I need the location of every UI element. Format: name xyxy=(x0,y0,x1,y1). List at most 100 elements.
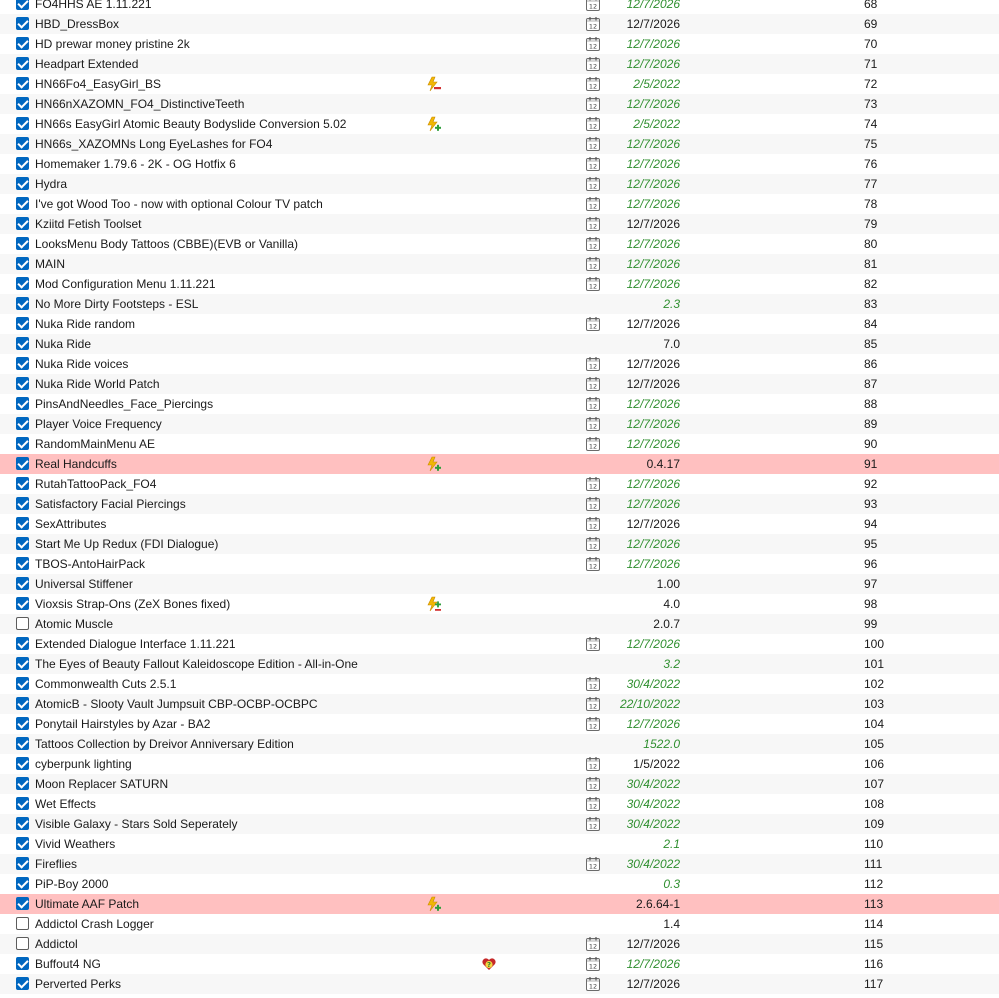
mod-enabled-checkbox[interactable] xyxy=(16,297,29,310)
mod-enabled-checkbox[interactable] xyxy=(16,317,29,330)
mod-enabled-checkbox[interactable] xyxy=(16,557,29,570)
mod-enabled-checkbox[interactable] xyxy=(16,457,29,470)
mod-row[interactable]: Headpart Extended 12 12/7/2026 71 xyxy=(0,54,999,74)
mod-row[interactable]: Buffout4 NG? 12 12/7/2026 116 xyxy=(0,954,999,974)
mod-row[interactable]: Nuka Ride voices 12 12/7/2026 86 xyxy=(0,354,999,374)
mod-enabled-checkbox[interactable] xyxy=(16,677,29,690)
mod-row[interactable]: Nuka Ride World Patch 12 12/7/2026 87 xyxy=(0,374,999,394)
mod-row[interactable]: Wet Effects 12 30/4/2022 108 xyxy=(0,794,999,814)
mod-enabled-checkbox[interactable] xyxy=(16,237,29,250)
mod-row[interactable]: RutahTattooPack_FO4 12 12/7/2026 92 xyxy=(0,474,999,494)
mod-row[interactable]: RandomMainMenu AE 12 12/7/2026 90 xyxy=(0,434,999,454)
mod-enabled-checkbox[interactable] xyxy=(16,857,29,870)
mod-enabled-checkbox[interactable] xyxy=(16,377,29,390)
mod-row[interactable]: FO4HHS AE 1.11.221 12 12/7/2026 68 xyxy=(0,0,999,14)
mod-enabled-checkbox[interactable] xyxy=(16,97,29,110)
mod-row[interactable]: Atomic Muscle 2.0.7 99 xyxy=(0,614,999,634)
mod-enabled-checkbox[interactable] xyxy=(16,217,29,230)
mod-row[interactable]: LooksMenu Body Tattoos (CBBE)(EVB or Van… xyxy=(0,234,999,254)
mod-row[interactable]: MAIN 12 12/7/2026 81 xyxy=(0,254,999,274)
mod-row[interactable]: Moon Replacer SATURN 12 30/4/2022 107 xyxy=(0,774,999,794)
mod-enabled-checkbox[interactable] xyxy=(16,37,29,50)
mod-row[interactable]: SexAttributes 12 12/7/2026 94 xyxy=(0,514,999,534)
mod-enabled-checkbox[interactable] xyxy=(16,737,29,750)
mod-enabled-checkbox[interactable] xyxy=(16,657,29,670)
mod-enabled-checkbox[interactable] xyxy=(16,877,29,890)
mod-row[interactable]: HBD_DressBox 12 12/7/2026 69 xyxy=(0,14,999,34)
mod-enabled-checkbox[interactable] xyxy=(16,937,29,950)
mod-row[interactable]: HD prewar money pristine 2k 12 12/7/2026 70 xyxy=(0,34,999,54)
mod-enabled-checkbox[interactable] xyxy=(16,397,29,410)
mod-row[interactable]: Player Voice Frequency 12 12/7/2026 89 xyxy=(0,414,999,434)
mod-enabled-checkbox[interactable] xyxy=(16,437,29,450)
mod-row[interactable]: Real Handcuffs 0.4.17 91 xyxy=(0,454,999,474)
mod-enabled-checkbox[interactable] xyxy=(16,497,29,510)
mod-enabled-checkbox[interactable] xyxy=(16,617,29,630)
mod-enabled-checkbox[interactable] xyxy=(16,897,29,910)
mod-enabled-checkbox[interactable] xyxy=(16,977,29,990)
mod-enabled-checkbox[interactable] xyxy=(16,697,29,710)
mod-enabled-checkbox[interactable] xyxy=(16,717,29,730)
mod-row[interactable]: Nuka Ride 7.0 85 xyxy=(0,334,999,354)
mod-enabled-checkbox[interactable] xyxy=(16,77,29,90)
mod-row[interactable]: Addictol 12 12/7/2026 115 xyxy=(0,934,999,954)
mod-enabled-checkbox[interactable] xyxy=(16,777,29,790)
mod-enabled-checkbox[interactable] xyxy=(16,0,29,10)
mod-enabled-checkbox[interactable] xyxy=(16,577,29,590)
mod-row[interactable]: Mod Configuration Menu 1.11.221 12 12/7/20… xyxy=(0,274,999,294)
mod-enabled-checkbox[interactable] xyxy=(16,57,29,70)
mod-row[interactable]: HN66nXAZOMN_FO4_DistinctiveTeeth 12 12/7/2… xyxy=(0,94,999,114)
mod-enabled-checkbox[interactable] xyxy=(16,157,29,170)
mod-enabled-checkbox[interactable] xyxy=(16,197,29,210)
mod-enabled-checkbox[interactable] xyxy=(16,177,29,190)
mod-row[interactable]: Hydra 12 12/7/2026 77 xyxy=(0,174,999,194)
mod-enabled-checkbox[interactable] xyxy=(16,757,29,770)
mod-row[interactable]: Commonwealth Cuts 2.5.1 12 30/4/2022 102 xyxy=(0,674,999,694)
mod-row[interactable]: Satisfactory Facial Piercings 12 12/7/2026… xyxy=(0,494,999,514)
mod-enabled-checkbox[interactable] xyxy=(16,477,29,490)
mod-row[interactable]: PinsAndNeedles_Face_Piercings 12 12/7/2026… xyxy=(0,394,999,414)
mod-enabled-checkbox[interactable] xyxy=(16,537,29,550)
mod-enabled-checkbox[interactable] xyxy=(16,817,29,830)
mod-row[interactable]: Start Me Up Redux (FDI Dialogue) 12 12/7/2… xyxy=(0,534,999,554)
mod-enabled-checkbox[interactable] xyxy=(16,797,29,810)
mod-enabled-checkbox[interactable] xyxy=(16,597,29,610)
mod-row[interactable]: cyberpunk lighting 12 1/5/2022 106 xyxy=(0,754,999,774)
mod-enabled-checkbox[interactable] xyxy=(16,337,29,350)
mod-row[interactable]: Homemaker 1.79.6 - 2K - OG Hotfix 6 12 12/… xyxy=(0,154,999,174)
mod-row[interactable]: Vioxsis Strap-Ons (ZeX Bones fixed) 4.0 98 xyxy=(0,594,999,614)
mod-enabled-checkbox[interactable] xyxy=(16,257,29,270)
mod-enabled-checkbox[interactable] xyxy=(16,357,29,370)
mod-enabled-checkbox[interactable] xyxy=(16,517,29,530)
mod-row[interactable]: HN66Fo4_EasyGirl_BS 12 2/5/2022 72 xyxy=(0,74,999,94)
mod-row[interactable]: I've got Wood Too - now with optional Co… xyxy=(0,194,999,214)
mod-row[interactable]: Perverted Perks 12 12/7/2026 117 xyxy=(0,974,999,994)
mod-row[interactable]: AtomicB - Slooty Vault Jumpsuit CBP-OCBP… xyxy=(0,694,999,714)
mod-enabled-checkbox[interactable] xyxy=(16,837,29,850)
mod-enabled-checkbox[interactable] xyxy=(16,637,29,650)
mod-row[interactable]: Ultimate AAF Patch 2.6.64-1 113 xyxy=(0,894,999,914)
mod-enabled-checkbox[interactable] xyxy=(16,417,29,430)
mod-row[interactable]: HN66s EasyGirl Atomic Beauty Bodyslide C… xyxy=(0,114,999,134)
mod-enabled-checkbox[interactable] xyxy=(16,17,29,30)
mod-row[interactable]: No More Dirty Footsteps - ESL 2.3 83 xyxy=(0,294,999,314)
mod-row[interactable]: Universal Stiffener 1.00 97 xyxy=(0,574,999,594)
mod-enabled-checkbox[interactable] xyxy=(16,917,29,930)
mod-row[interactable]: Kziitd Fetish Toolset 12 12/7/2026 79 xyxy=(0,214,999,234)
mod-row[interactable]: Vivid Weathers 2.1 110 xyxy=(0,834,999,854)
mod-enabled-checkbox[interactable] xyxy=(16,957,29,970)
mod-row[interactable]: Ponytail Hairstyles by Azar - BA2 12 12/7/… xyxy=(0,714,999,734)
mod-row[interactable]: Fireflies 12 30/4/2022 111 xyxy=(0,854,999,874)
mod-row[interactable]: Tattoos Collection by Dreivor Anniversar… xyxy=(0,734,999,754)
mod-row[interactable]: TBOS-AntoHairPack 12 12/7/2026 96 xyxy=(0,554,999,574)
mod-row[interactable]: Addictol Crash Logger 1.4 114 xyxy=(0,914,999,934)
mod-row[interactable]: HN66s_XAZOMNs Long EyeLashes for FO4 12 12… xyxy=(0,134,999,154)
mod-enabled-checkbox[interactable] xyxy=(16,137,29,150)
mod-row[interactable]: Nuka Ride random 12 12/7/2026 84 xyxy=(0,314,999,334)
mod-row[interactable]: PiP-Boy 2000 0.3 112 xyxy=(0,874,999,894)
mod-row[interactable]: Visible Galaxy - Stars Sold Seperately 12… xyxy=(0,814,999,834)
mod-enabled-checkbox[interactable] xyxy=(16,277,29,290)
mod-row[interactable]: Extended Dialogue Interface 1.11.221 12 12… xyxy=(0,634,999,654)
mod-enabled-checkbox[interactable] xyxy=(16,117,29,130)
mod-row[interactable]: The Eyes of Beauty Fallout Kaleidoscope … xyxy=(0,654,999,674)
